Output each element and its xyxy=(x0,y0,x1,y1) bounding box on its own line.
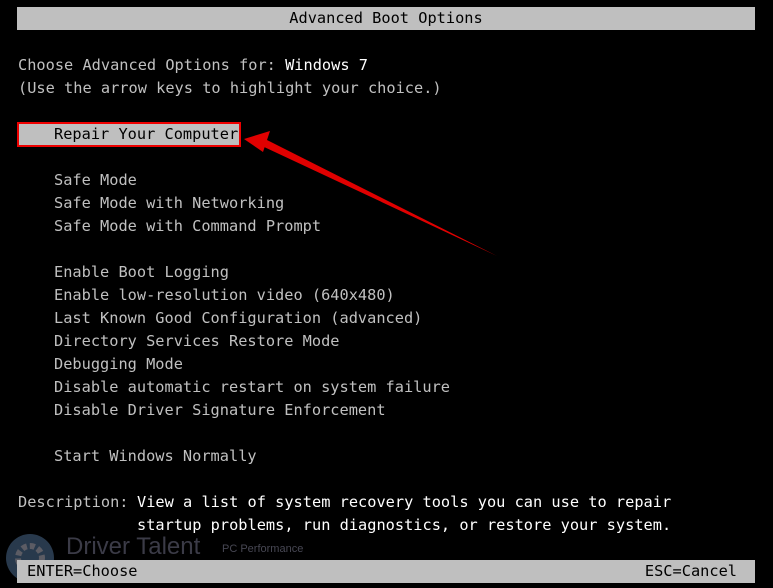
title-bar: Advanced Boot Options xyxy=(17,7,755,30)
menu-item[interactable]: Disable automatic restart on system fail… xyxy=(54,376,450,399)
menu-item[interactable]: Last Known Good Configuration (advanced) xyxy=(54,307,422,330)
title: Advanced Boot Options xyxy=(289,9,483,27)
menu-item-label: Repair Your Computer xyxy=(54,125,239,143)
menu-item[interactable]: Enable low-resolution video (640x480) xyxy=(54,284,395,307)
menu-item[interactable]: Safe Mode xyxy=(54,169,137,192)
description-line-1: View a list of system recovery tools you… xyxy=(137,493,672,511)
hint: (Use the arrow keys to highlight your ch… xyxy=(18,79,442,97)
menu-item[interactable]: Start Windows Normally xyxy=(54,445,257,468)
esc-hint: ESC=Cancel xyxy=(644,562,737,580)
enter-hint: ENTER=Choose xyxy=(27,562,138,580)
menu-item[interactable]: Disable Driver Signature Enforcement xyxy=(54,399,386,422)
menu-item[interactable]: Safe Mode with Command Prompt xyxy=(54,215,321,238)
description-label: Description: xyxy=(18,493,129,511)
prompt-label: Choose Advanced Options for: xyxy=(18,56,286,74)
prompt-line: Choose Advanced Options for: Windows 7 xyxy=(18,54,368,77)
menu-item[interactable]: Enable Boot Logging xyxy=(54,261,229,284)
menu-item[interactable]: Safe Mode with Networking xyxy=(54,192,284,215)
footer-bar: ENTER=Choose ESC=Cancel xyxy=(17,560,755,583)
boot-screen: Advanced Boot Options Choose Advanced Op… xyxy=(0,0,773,588)
description-line-2: startup problems, run diagnostics, or re… xyxy=(137,516,672,534)
watermark-name: Driver Talent xyxy=(66,533,201,560)
menu-item[interactable]: Directory Services Restore Mode xyxy=(54,330,340,353)
menu-item-repair-your-computer[interactable]: Repair Your Computer xyxy=(17,122,241,147)
watermark-tagline: PC Performance xyxy=(222,543,304,555)
menu-item[interactable]: Debugging Mode xyxy=(54,353,183,376)
os-name: Windows 7 xyxy=(285,56,368,74)
